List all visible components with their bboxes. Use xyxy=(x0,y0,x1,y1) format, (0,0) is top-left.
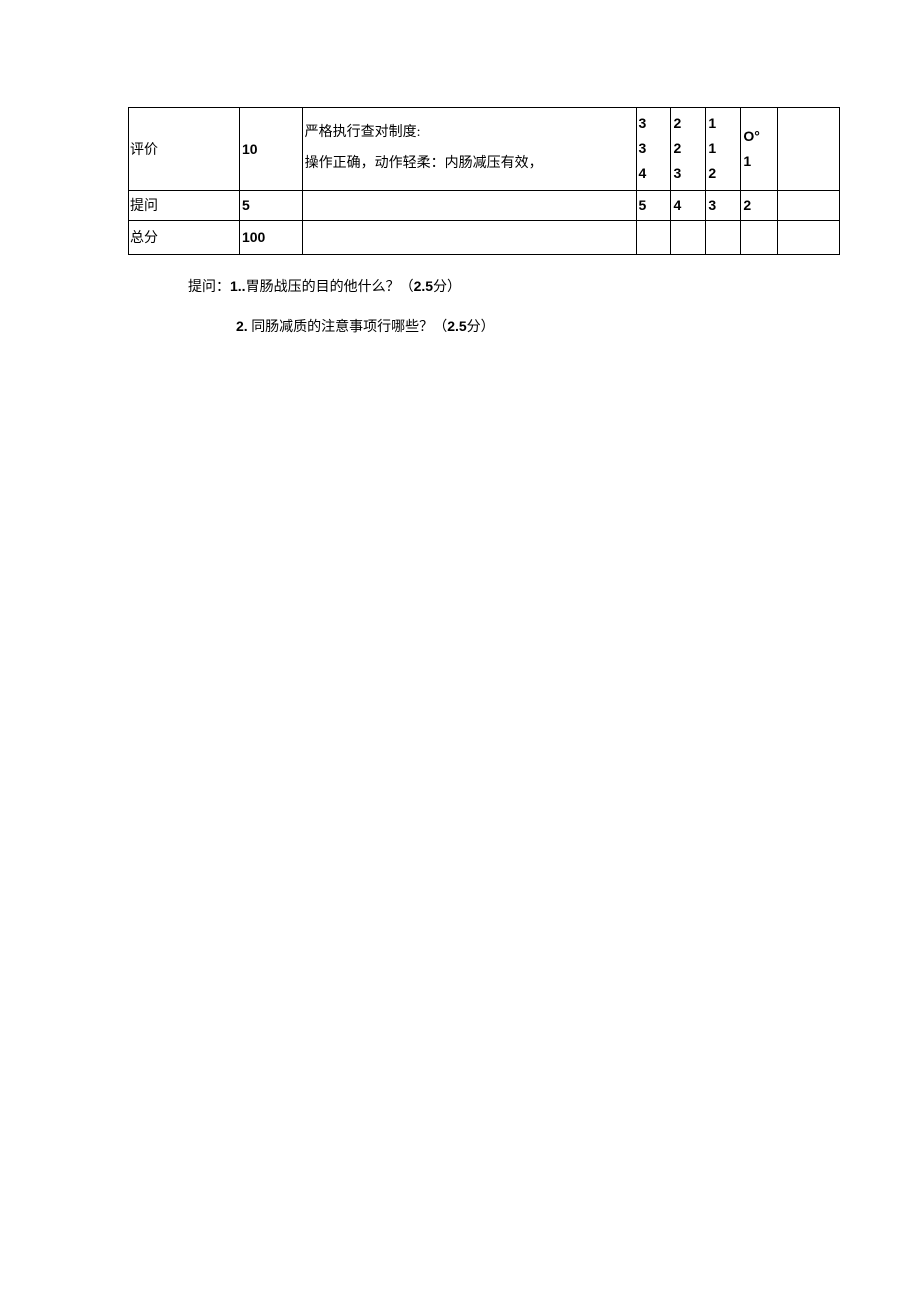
q2-points-num: 2.5 xyxy=(447,318,466,334)
row-c5 xyxy=(778,190,840,220)
question-2: 2. 同肠减质的注意事项行哪些？（2.5分） xyxy=(236,311,920,344)
row-c4: 2 xyxy=(741,190,778,220)
q2-points-open: （ xyxy=(433,320,447,335)
row-c3: 112 xyxy=(706,108,741,191)
row-label: 评价 xyxy=(129,108,240,191)
q1-number: 1.. xyxy=(230,278,246,294)
q1-points-open: （ xyxy=(400,280,414,295)
q2-number: 2. xyxy=(236,318,248,334)
row-score: 100 xyxy=(239,220,302,254)
row-score: 10 xyxy=(239,108,302,191)
row-c5 xyxy=(778,220,840,254)
question-1: 提问：1..胃肠战压的目的他什么？（2.5分） xyxy=(188,271,920,304)
q1-points-suffix: 分） xyxy=(433,280,461,295)
row-desc xyxy=(302,220,636,254)
score-table-container: 评价 10 严格执行查对制度:操作正确，动作轻柔：内肠减压有效， 334 223… xyxy=(128,107,840,255)
questions-prefix: 提问： xyxy=(188,280,230,295)
row-desc xyxy=(302,190,636,220)
row-score: 5 xyxy=(239,190,302,220)
row-label: 提问 xyxy=(129,190,240,220)
row-c3: 3 xyxy=(706,190,741,220)
row-c1: 334 xyxy=(636,108,671,191)
row-c2 xyxy=(671,220,706,254)
row-c3 xyxy=(706,220,741,254)
q1-text: 胃肠战压的目的他什么？ xyxy=(246,280,400,295)
row-c4: O°1 xyxy=(741,108,778,191)
q2-points-suffix: 分） xyxy=(467,320,495,335)
questions-section: 提问：1..胃肠战压的目的他什么？（2.5分） 2. 同肠减质的注意事项行哪些？… xyxy=(188,271,920,345)
row-c1 xyxy=(636,220,671,254)
row-c1: 5 xyxy=(636,190,671,220)
table-row: 评价 10 严格执行查对制度:操作正确，动作轻柔：内肠减压有效， 334 223… xyxy=(129,108,840,191)
row-label: 总分 xyxy=(129,220,240,254)
row-c2: 4 xyxy=(671,190,706,220)
row-c4 xyxy=(741,220,778,254)
score-table: 评价 10 严格执行查对制度:操作正确，动作轻柔：内肠减压有效， 334 223… xyxy=(128,107,840,255)
row-c5 xyxy=(778,108,840,191)
row-c2: 223 xyxy=(671,108,706,191)
row-desc: 严格执行查对制度:操作正确，动作轻柔：内肠减压有效， xyxy=(302,108,636,191)
q2-text: 同肠减质的注意事项行哪些？ xyxy=(248,320,434,335)
table-row: 提问 5 5 4 3 2 xyxy=(129,190,840,220)
q1-points-num: 2.5 xyxy=(414,278,433,294)
table-row: 总分 100 xyxy=(129,220,840,254)
